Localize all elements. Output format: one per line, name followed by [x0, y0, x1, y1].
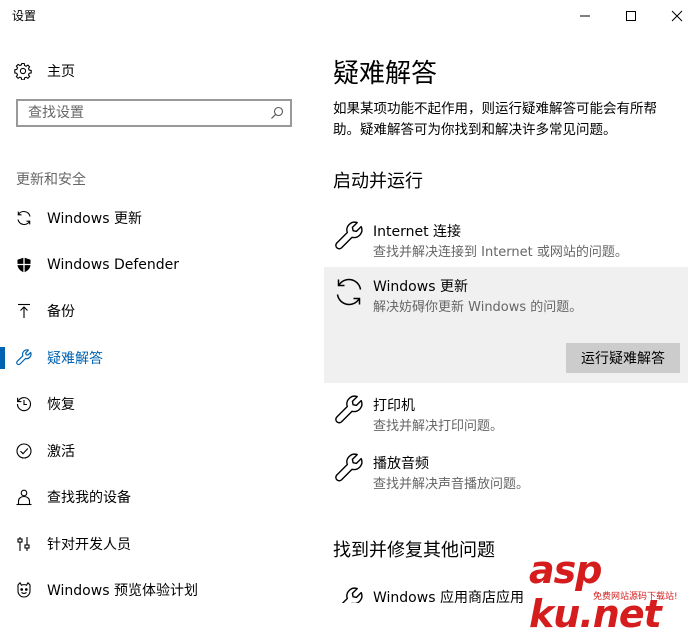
settings-window: 设置 主页 更新和安全 [0, 0, 700, 636]
watermark: asp ku.net 免费网站源码下载站! [525, 548, 700, 636]
section-heading-get-up-and-running: 启动并运行 [333, 171, 423, 192]
window-title: 设置 [12, 9, 37, 23]
sidebar-item-label: Windows Defender [47, 256, 180, 273]
home-link[interactable]: 主页 [14, 60, 75, 82]
search-box[interactable] [16, 99, 292, 127]
home-label: 主页 [47, 64, 75, 80]
sync-icon [336, 278, 362, 306]
sidebar-item-windows-defender[interactable]: Windows Defender [0, 242, 316, 289]
troubleshooter-printer[interactable]: 打印机 查找并解决打印问题。 [333, 395, 683, 435]
smiley-icon [15, 581, 33, 599]
history-icon [15, 395, 33, 413]
sidebar-nav: Windows 更新 Windows Defender 备份 疑难解答 恢复 激… [0, 195, 316, 614]
section-heading-find-and-fix: 找到并修复其他问题 [333, 540, 495, 561]
troubleshooter-name: 打印机 [373, 398, 415, 414]
troubleshooter-name: 播放音频 [373, 456, 429, 472]
sidebar-item-for-developers[interactable]: 针对开发人员 [0, 521, 316, 568]
sidebar-item-label: 疑难解答 [47, 350, 103, 367]
sidebar-item-label: 备份 [47, 304, 75, 321]
wrench-icon [335, 453, 363, 482]
troubleshooter-description: 查找并解决声音播放问题。 [373, 477, 530, 492]
wrench-icon [341, 587, 363, 603]
sidebar-item-label: Windows 预览体验计划 [47, 583, 198, 600]
upload-arrow-icon [15, 302, 33, 320]
check-circle-icon [15, 442, 33, 460]
troubleshooter-name: Internet 连接 [373, 224, 462, 240]
sidebar-item-label: 激活 [47, 443, 75, 460]
run-troubleshooter-button[interactable]: 运行疑难解答 [566, 343, 680, 373]
troubleshooter-playing-audio[interactable]: 播放音频 查找并解决声音播放问题。 [333, 453, 683, 493]
wrench-icon [15, 349, 33, 367]
sidebar-item-recovery[interactable]: 恢复 [0, 381, 316, 428]
troubleshooter-description: 查找并解决打印问题。 [373, 419, 504, 434]
sidebar-item-activation[interactable]: 激活 [0, 428, 316, 475]
sidebar: 主页 更新和安全 Windows 更新 [0, 31, 316, 603]
troubleshooter-internet[interactable]: Internet 连接 查找并解决连接到 Internet 或网站的问题。 [333, 221, 683, 261]
sidebar-item-troubleshoot[interactable]: 疑难解答 [0, 335, 316, 382]
sliders-icon [15, 535, 33, 553]
shield-icon [15, 256, 33, 274]
close-button[interactable] [654, 0, 700, 31]
search-input[interactable] [18, 101, 268, 125]
sidebar-item-label: 恢复 [47, 397, 75, 414]
maximize-icon [626, 10, 636, 21]
sidebar-item-backup[interactable]: 备份 [0, 288, 316, 335]
sync-icon [15, 209, 33, 227]
search-icon[interactable] [270, 106, 284, 120]
wrench-icon [335, 221, 363, 250]
page-title: 疑难解答 [333, 59, 438, 89]
section-title: 更新和安全 [16, 172, 86, 188]
sidebar-item-find-my-device[interactable]: 查找我的设备 [0, 474, 316, 521]
minimize-button[interactable] [562, 0, 608, 31]
wrench-icon [335, 395, 363, 424]
sidebar-item-windows-update[interactable]: Windows 更新 [0, 195, 316, 242]
gear-icon [14, 62, 32, 80]
minimize-icon [580, 15, 590, 16]
troubleshooter-description: 查找并解决连接到 Internet 或网站的问题。 [373, 245, 628, 260]
maximize-button[interactable] [608, 0, 654, 31]
troubleshooter-description: 解决妨碍你更新 Windows 的问题。 [373, 300, 583, 315]
troubleshooter-name: Windows 应用商店应用 [373, 590, 524, 603]
troubleshooter-windows-update[interactable]: Windows 更新 解决妨碍你更新 Windows 的问题。 运行疑难解答 [324, 267, 688, 383]
sidebar-item-label: 查找我的设备 [47, 490, 131, 507]
sidebar-item-label: 针对开发人员 [47, 536, 131, 553]
sidebar-item-label: Windows 更新 [47, 211, 142, 228]
troubleshooter-name: Windows 更新 [373, 279, 468, 295]
main-content: 疑难解答 如果某项功能不起作用，则运行疑难解答可能会有所帮助。疑难解答可为你找到… [316, 31, 700, 603]
sidebar-item-insider-program[interactable]: Windows 预览体验计划 [0, 567, 316, 614]
watermark-tagline: 免费网站源码下载站! [593, 592, 678, 602]
person-locate-icon [15, 488, 33, 506]
title-bar: 设置 [0, 0, 700, 31]
close-icon [671, 10, 683, 21]
page-description: 如果某项功能不起作用，则运行疑难解答可能会有所帮助。疑难解答可为你找到和解决许多… [333, 101, 657, 138]
